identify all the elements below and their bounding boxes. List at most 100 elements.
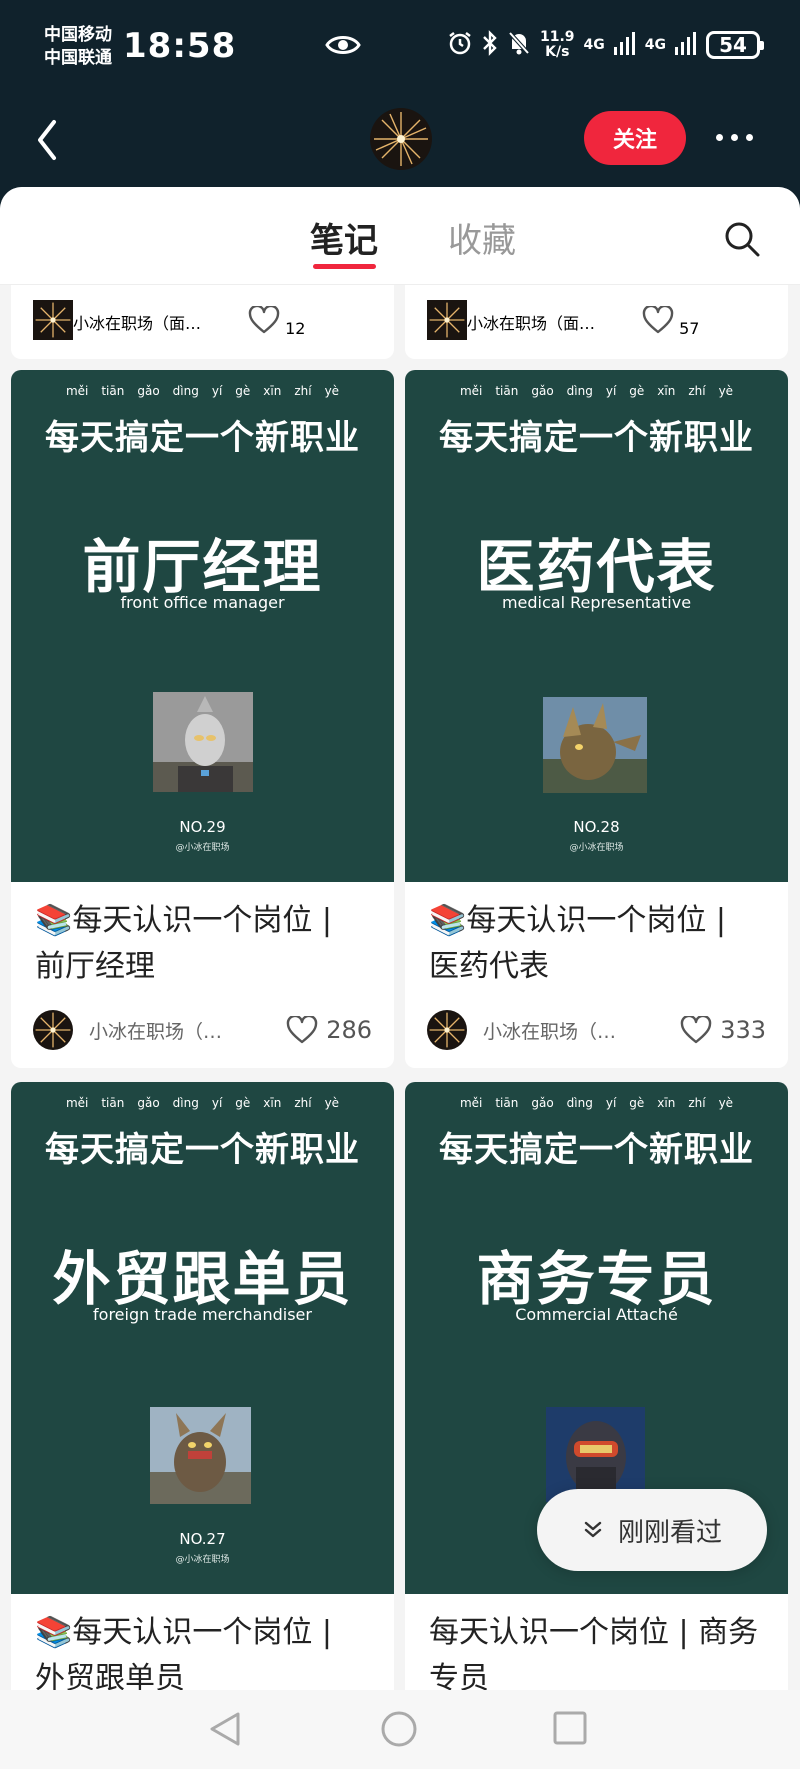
triangle-back-icon bbox=[210, 1712, 240, 1746]
job-title-cn: 前厅经理 bbox=[82, 533, 323, 601]
firework-avatar-icon bbox=[33, 300, 73, 340]
character-image bbox=[150, 1407, 251, 1504]
note-card[interactable]: měi tiān gǎo dìng yí gè xīn zhí yè 每天搞定一个新职业 商务专… bbox=[405, 1082, 788, 1722]
firework-avatar-icon bbox=[427, 1010, 467, 1050]
carrier-info: 中国移动 中国联通 bbox=[44, 24, 112, 70]
clock: 18:58 bbox=[123, 26, 237, 66]
nav-recents-button[interactable] bbox=[552, 1710, 588, 1750]
job-title-en: Commercial Attaché bbox=[515, 1305, 678, 1324]
pinyin-row: měi tiān gǎo dìng yí gè xīn zhí yè bbox=[459, 384, 734, 398]
like-button[interactable]: 12 bbox=[248, 304, 306, 338]
card-meta: 小冰在职场（… 333 bbox=[405, 994, 788, 1066]
cover-handle: @小冰在职场 bbox=[175, 843, 230, 853]
cover-slogan: 每天搞定一个新职业 bbox=[45, 1130, 360, 1170]
heart-icon bbox=[680, 1016, 712, 1044]
author-name: 小冰在职场（面… bbox=[73, 314, 202, 333]
network-speed: 11.9 K/s bbox=[540, 30, 575, 60]
firework-avatar-icon bbox=[33, 1010, 73, 1050]
chevron-left-icon bbox=[38, 120, 56, 160]
note-card[interactable]: měi tiān gǎo dìng yí gè xīn zhí yè 每天搞定一个新职业 外贸跟… bbox=[11, 1082, 394, 1722]
heart-icon bbox=[248, 304, 280, 334]
note-card[interactable]: měi tiān gǎo dìng yí gè xīn zhí yè 每天搞定一个新职业 前厅经… bbox=[11, 370, 394, 1068]
card-meta[interactable]: 小冰在职场（面… 57 bbox=[405, 285, 788, 359]
signal-icon-2 bbox=[675, 31, 697, 59]
job-title-cn: 商务专员 bbox=[476, 1245, 717, 1313]
status-icons: 11.9 K/s 4G 4G 54 bbox=[447, 30, 764, 60]
like-count: 286 bbox=[326, 1016, 372, 1044]
cover-number: NO.28 bbox=[573, 818, 620, 836]
double-chevron-down-icon bbox=[584, 1521, 602, 1538]
firework-avatar-icon bbox=[370, 108, 432, 170]
search-button[interactable] bbox=[723, 220, 761, 262]
heart-icon bbox=[286, 1016, 318, 1044]
signal-icon-1 bbox=[613, 31, 636, 59]
carrier-1: 中国移动 bbox=[44, 25, 112, 45]
note-title: 📚每天认识一个岗位 | 医药代表 bbox=[429, 903, 726, 984]
pinyin-row: měi tiān gǎo dìng yí gè xīn zhí yè bbox=[65, 1096, 340, 1110]
note-cover: měi tiān gǎo dìng yí gè xīn zhí yè 每天搞定一个新职业 前厅经… bbox=[11, 370, 394, 882]
job-title-cn: 医药代表 bbox=[476, 533, 717, 601]
follow-button[interactable]: 关注 bbox=[584, 111, 686, 165]
back-button[interactable] bbox=[34, 118, 60, 166]
active-tab-indicator bbox=[313, 264, 376, 269]
author-avatar bbox=[427, 1010, 467, 1050]
recently-viewed-button[interactable]: 刚刚看过 bbox=[537, 1489, 767, 1571]
cover-slogan: 每天搞定一个新职业 bbox=[45, 418, 360, 458]
note-title: 📚每天认识一个岗位 | 前厅经理 bbox=[35, 903, 332, 984]
mute-bell-icon bbox=[507, 30, 531, 60]
tab-notes[interactable]: 笔记 bbox=[310, 213, 378, 262]
carrier-2: 中国联通 bbox=[44, 48, 112, 68]
nav-home-button[interactable] bbox=[380, 1710, 418, 1752]
note-card[interactable]: měi tiān gǎo dìng yí gè xīn zhí yè 每天搞定一个新职业 医药代… bbox=[405, 370, 788, 1068]
cover-slogan: 每天搞定一个新职业 bbox=[439, 418, 754, 458]
like-count: 57 bbox=[679, 319, 700, 338]
cover-handle: @小冰在职场 bbox=[569, 843, 624, 853]
author-avatar bbox=[33, 1010, 73, 1050]
card-meta: 小冰在职场（… 286 bbox=[11, 994, 394, 1066]
author-name: 小冰在职场（… bbox=[89, 1020, 223, 1043]
circle-home-icon bbox=[381, 1711, 417, 1747]
like-button[interactable]: 286 bbox=[286, 1016, 372, 1044]
square-recents-icon bbox=[553, 1711, 587, 1745]
like-button[interactable]: 57 bbox=[642, 304, 700, 338]
note-cover: měi tiān gǎo dìng yí gè xīn zhí yè 每天搞定一个新职业 外贸跟… bbox=[11, 1082, 394, 1594]
battery-indicator: 54 bbox=[706, 31, 764, 59]
job-title-en: front office manager bbox=[120, 593, 285, 612]
status-bar: 中国移动 中国联通 18:58 11.9 K/s 4G 4G 54 bbox=[0, 0, 800, 100]
eye-icon bbox=[325, 33, 361, 61]
like-count: 12 bbox=[285, 319, 306, 338]
author-avatar bbox=[427, 300, 467, 344]
pinyin-row: měi tiān gǎo dìng yí gè xīn zhí yè bbox=[65, 384, 340, 398]
character-image bbox=[153, 692, 253, 792]
note-cover: měi tiān gǎo dìng yí gè xīn zhí yè 每天搞定一个新职业 医药代… bbox=[405, 370, 788, 882]
job-title-en: medical Representative bbox=[501, 593, 692, 612]
system-nav-bar bbox=[0, 1690, 800, 1769]
author-name: 小冰在职场（… bbox=[483, 1020, 617, 1043]
heart-icon bbox=[642, 304, 674, 334]
network-type-2: 4G bbox=[644, 37, 666, 53]
cover-number: NO.27 bbox=[179, 1530, 226, 1548]
bluetooth-icon bbox=[482, 30, 498, 60]
search-icon bbox=[725, 222, 760, 257]
character-image bbox=[546, 1407, 645, 1502]
firework-avatar-icon bbox=[427, 300, 467, 340]
profile-header: 关注 bbox=[0, 100, 800, 188]
job-title-en: foreign trade merchandiser bbox=[93, 1305, 312, 1324]
pinyin-row: měi tiān gǎo dìng yí gè xīn zhí yè bbox=[459, 1096, 734, 1110]
cover-slogan: 每天搞定一个新职业 bbox=[439, 1130, 754, 1170]
more-options-icon[interactable] bbox=[716, 134, 753, 141]
job-title-cn: 外贸跟单员 bbox=[52, 1245, 353, 1313]
like-button[interactable]: 333 bbox=[680, 1016, 766, 1044]
cover-number: NO.29 bbox=[179, 818, 226, 836]
speed-unit: K/s bbox=[545, 44, 570, 60]
speed-value: 11.9 bbox=[539, 29, 575, 45]
nav-back-button[interactable] bbox=[208, 1710, 244, 1752]
recently-viewed-label: 刚刚看过 bbox=[617, 1516, 722, 1547]
card-meta[interactable]: 小冰在职场（面… 12 bbox=[11, 285, 394, 359]
tab-saved[interactable]: 收藏 bbox=[448, 213, 516, 262]
avatar[interactable] bbox=[370, 108, 432, 170]
cover-handle: @小冰在职场 bbox=[175, 1555, 230, 1565]
character-image bbox=[543, 697, 647, 793]
author-name: 小冰在职场（面… bbox=[467, 314, 596, 333]
like-count: 333 bbox=[720, 1016, 766, 1044]
